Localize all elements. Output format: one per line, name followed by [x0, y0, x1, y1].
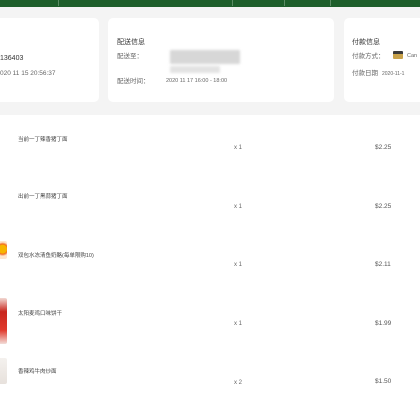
nav-item[interactable]	[100, 0, 124, 7]
order-number: 136403	[0, 55, 24, 62]
item-price: $2.25	[375, 144, 392, 151]
nav-item[interactable]	[175, 0, 225, 7]
payment-method-label: 付款方式：	[352, 53, 385, 60]
payment-title: 付款信息	[352, 39, 380, 46]
product-thumbnail[interactable]	[0, 241, 7, 259]
item-price: $1.99	[375, 320, 392, 327]
order-date: 020 11 15 20:56:37	[0, 70, 56, 77]
order-items-list: 当前一丁辣香猪丁面 x 1 $2.25 出前一丁黑蒜猪丁面 x 1 $2.25 …	[0, 115, 420, 420]
nav-item[interactable]	[10, 0, 46, 7]
redacted-address	[170, 50, 240, 64]
nav-divider	[232, 0, 233, 6]
item-name[interactable]: 双包水冻清鱼奶酪(每单限购10)	[18, 253, 94, 260]
product-thumbnail[interactable]	[0, 298, 7, 344]
credit-card-icon	[393, 51, 403, 59]
nav-item[interactable]	[70, 0, 92, 7]
delivery-info-card: 配送信息 配送至： 配送时间： 2020 11 17 16:00 - 18:00	[108, 18, 334, 102]
product-thumbnail[interactable]	[0, 358, 7, 384]
nav-divider	[58, 0, 59, 6]
item-quantity: x 1	[234, 262, 243, 268]
item-price: $2.25	[375, 203, 392, 210]
item-quantity: x 1	[234, 204, 243, 210]
item-name[interactable]: 出前一丁黑蒜猪丁面	[18, 194, 68, 201]
delivery-time-label: 配送时间：	[117, 78, 150, 85]
payment-info-card: 付款信息 付款方式： Can 付款日期 2020-11-1	[344, 18, 420, 102]
delivery-time-value: 2020 11 17 16:00 - 18:00	[166, 78, 228, 84]
top-nav-bar	[0, 0, 420, 7]
nav-item[interactable]	[142, 0, 166, 7]
nav-item[interactable]	[246, 0, 278, 7]
item-price: $1.50	[375, 378, 392, 385]
nav-item[interactable]	[292, 0, 322, 7]
item-quantity: x 1	[234, 321, 243, 327]
redacted-address	[170, 66, 220, 73]
nav-divider	[284, 0, 285, 6]
delivery-address-label: 配送至：	[117, 53, 143, 60]
delivery-title: 配送信息	[117, 39, 145, 46]
nav-item[interactable]	[338, 0, 370, 7]
item-name[interactable]: 当前一丁辣香猪丁面	[18, 137, 68, 144]
payment-date-label: 付款日期	[352, 70, 378, 77]
item-quantity: x 2	[234, 380, 243, 386]
item-price: $2.11	[375, 261, 391, 268]
payment-method-value: Can	[407, 53, 418, 59]
item-quantity: x 1	[234, 145, 243, 151]
order-info-card: 136403 020 11 15 20:56:37	[0, 18, 99, 102]
nav-divider	[330, 0, 331, 6]
item-name[interactable]: 太阳麦鸡口味饼干	[18, 311, 62, 318]
item-name[interactable]: 香辣鸡牛肉炒面	[18, 369, 57, 376]
payment-date-value: 2020-11-1	[382, 71, 405, 77]
